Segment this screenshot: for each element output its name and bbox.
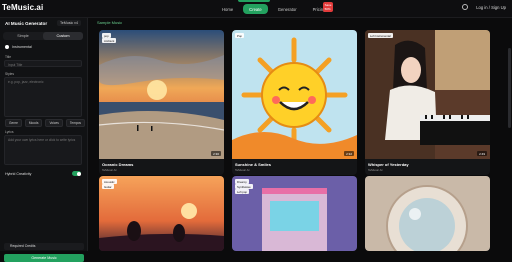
music-card[interactable]: Acoustic Guitar bbox=[99, 176, 224, 251]
chip-voices[interactable]: Voices bbox=[45, 119, 63, 127]
genre-tag: Guitar bbox=[102, 184, 114, 189]
title-input[interactable]: Input Title bbox=[4, 60, 82, 67]
styles-label: Styles bbox=[5, 72, 14, 76]
duration-badge: 2:32 bbox=[344, 151, 354, 156]
mode-custom[interactable]: Custom bbox=[43, 32, 83, 40]
song-title: Whisper of Yesterday bbox=[368, 162, 409, 167]
song-artist: TeMusic AI bbox=[235, 168, 250, 172]
genre-tag: Pop bbox=[235, 33, 244, 38]
song-artist: TeMusic AI bbox=[102, 168, 117, 172]
hybrid-toggle[interactable] bbox=[72, 171, 81, 176]
music-card[interactable]: Pop 2:32 Sunshine & Smiles TeMusic AI bbox=[232, 30, 357, 175]
section-title: Sample Music bbox=[97, 20, 123, 25]
top-bar: TeMusic.ai Home Create Generator Pricing… bbox=[0, 0, 512, 18]
settings-gear-icon[interactable] bbox=[462, 4, 469, 10]
music-card[interactable]: pop Ambient 2:30 Oceanic Dreams TeMusic … bbox=[99, 30, 224, 175]
music-card[interactable]: Lofi Instrumental 2:49 Whisper of Yester… bbox=[365, 30, 490, 175]
cover-art: Lofi Instrumental 2:49 bbox=[365, 30, 490, 159]
discount-badge: Save 50% bbox=[322, 2, 334, 12]
instrumental-toggle[interactable]: Instrumental bbox=[5, 45, 32, 49]
app-logo[interactable]: TeMusic.ai bbox=[2, 3, 43, 12]
chip-genre[interactable]: Genre bbox=[5, 119, 22, 127]
model-select[interactable]: TeMusic v4 bbox=[57, 20, 81, 26]
music-card[interactable]: Dreamy Synthwave Lofi pop bbox=[232, 176, 357, 251]
generate-button[interactable]: Generate Music bbox=[4, 254, 84, 262]
cover-art: Acoustic Guitar bbox=[99, 176, 224, 251]
lyrics-label: Lyrics bbox=[5, 130, 14, 134]
cover-art: pop Ambient 2:30 bbox=[99, 30, 224, 159]
chip-moods[interactable]: Moods bbox=[24, 119, 43, 127]
styles-input[interactable]: e.g. pop, jazz, electronic bbox=[4, 77, 82, 117]
song-artist: TeMusic AI bbox=[368, 168, 383, 172]
cover-art: Pop 2:32 bbox=[232, 30, 357, 159]
login-button[interactable]: Log in / Sign Up bbox=[476, 5, 506, 10]
cover-art: Dreamy Synthwave Lofi pop bbox=[232, 176, 357, 251]
cover-art bbox=[365, 176, 490, 251]
hybrid-label: Hybrid Creativity bbox=[5, 172, 32, 176]
genre-tag: Lofi pop bbox=[235, 189, 249, 194]
instrumental-label: Instrumental bbox=[12, 45, 32, 49]
header-actions: Log in / Sign Up bbox=[462, 4, 506, 10]
duration-badge: 2:30 bbox=[211, 151, 221, 156]
music-card[interactable] bbox=[365, 176, 490, 251]
nav-home[interactable]: Home bbox=[216, 4, 239, 14]
title-label: Title bbox=[5, 55, 12, 59]
duration-badge: 2:49 bbox=[477, 151, 487, 156]
generator-panel: AI Music Generator TeMusic v4 Simple Cus… bbox=[0, 18, 88, 262]
song-title: Oceanic Dreams bbox=[102, 162, 134, 167]
sample-gallery: Sample Music pop Ambient 2:30 Oceanic Dr… bbox=[89, 18, 512, 251]
nav-generator[interactable]: Generator bbox=[272, 4, 303, 14]
genre-tag: Lofi Instrumental bbox=[368, 33, 393, 38]
nav-pricing[interactable]: Pricing Save 50% bbox=[307, 2, 334, 14]
active-indicator bbox=[238, 0, 270, 2]
style-chips: Genre Moods Voices Tempos bbox=[5, 119, 85, 127]
panel-title: AI Music Generator bbox=[5, 21, 48, 26]
radio-icon bbox=[5, 45, 9, 49]
genre-tag: Ambient bbox=[102, 38, 117, 43]
gallery-scrollbar[interactable] bbox=[508, 48, 511, 128]
lyrics-input[interactable]: Add your own lyrics here or click to wri… bbox=[4, 135, 82, 165]
chip-tempos[interactable]: Tempos bbox=[65, 119, 85, 127]
mode-switch: Simple Custom bbox=[3, 32, 83, 40]
main-nav: Home Create Generator Pricing Save 50% bbox=[216, 2, 335, 14]
nav-create[interactable]: Create bbox=[243, 4, 268, 14]
song-title: Sunshine & Smiles bbox=[235, 162, 272, 167]
required-credits: Required Credits bbox=[4, 243, 84, 250]
mode-simple[interactable]: Simple bbox=[3, 32, 43, 40]
